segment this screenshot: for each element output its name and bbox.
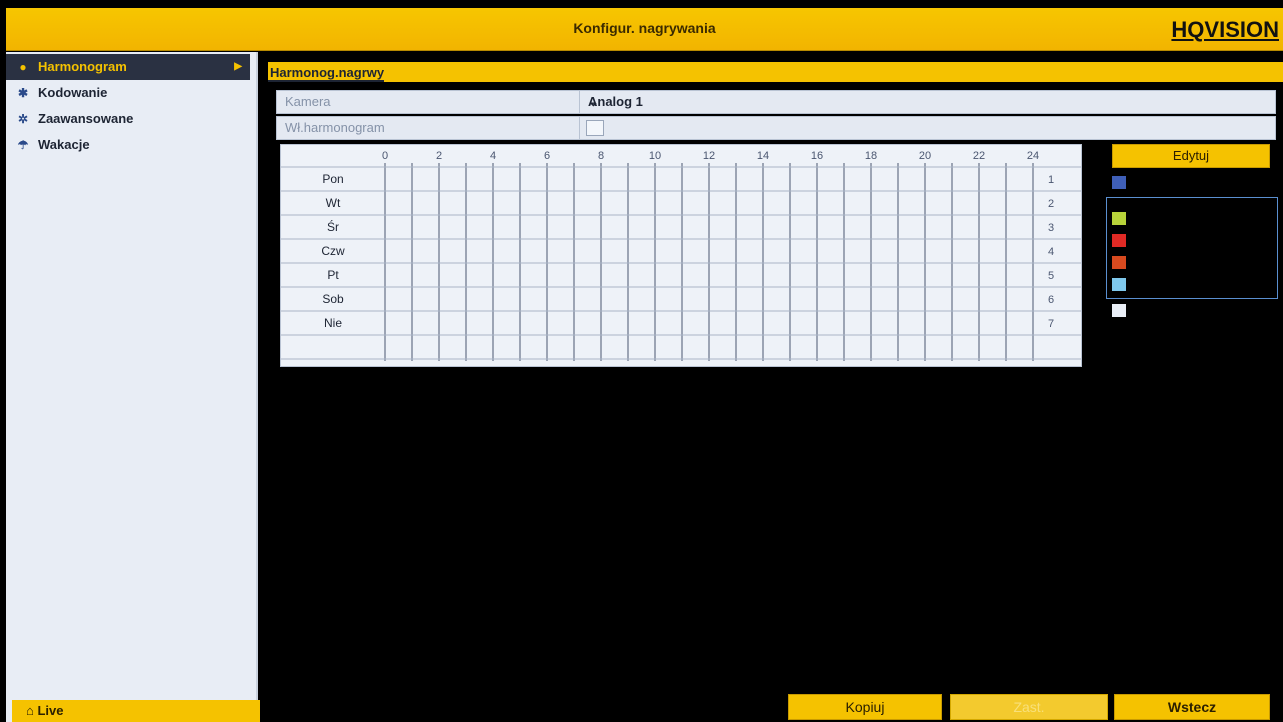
schedule-toggle-row: Wł.harmonogram: [276, 116, 1276, 140]
legend-swatch[interactable]: [1112, 234, 1126, 247]
brand-logo: HQVISION: [1171, 17, 1279, 42]
day-label: Nie: [324, 316, 342, 330]
day-copy-number[interactable]: 5: [1048, 270, 1054, 282]
section-header: Harmonog.nagrwy: [268, 62, 1283, 82]
back-button[interactable]: Wstecz: [1114, 694, 1270, 720]
sidebar-item-label: Wakacje: [38, 137, 90, 152]
chevron-down-icon: ⌄: [588, 94, 599, 109]
record-icon: ●: [19, 60, 27, 74]
day-label: Pon: [322, 172, 343, 186]
day-copy-number[interactable]: 7: [1048, 318, 1054, 330]
home-icon: ⌂: [26, 703, 34, 718]
sidebar-item-label: Kodowanie: [38, 85, 108, 100]
hour-tick-label: 16: [811, 150, 823, 162]
camera-label: Kamera: [285, 94, 331, 109]
edit-button[interactable]: Edytuj: [1112, 144, 1270, 168]
sidebar: ● Harmonogram ▶ ✱ Kodowanie ✲ Zaawansowa…: [6, 52, 260, 722]
chevron-right-icon: ▶: [234, 61, 242, 72]
hour-tick-label: 24: [1027, 150, 1039, 162]
camera-row: Kamera Analog 1 ⌄: [276, 90, 1276, 114]
section-title: Harmonog.nagrwy: [268, 65, 385, 82]
main-panel: Harmonog.nagrwy Kamera Analog 1 ⌄ Wł.har…: [262, 52, 1283, 722]
hour-tick-label: 6: [544, 150, 550, 162]
title-bar: Konfigur. nagrywania HQVISION: [6, 8, 1283, 51]
live-button[interactable]: ⌂ Live: [12, 700, 260, 722]
advanced-icon: ✲: [17, 112, 29, 126]
hour-tick-label: 22: [973, 150, 985, 162]
schedule-toggle-field: [579, 117, 1275, 139]
legend-swatch[interactable]: [1112, 278, 1126, 291]
day-copy-number[interactable]: 2: [1048, 198, 1054, 210]
schedule-toggle-label: Wł.harmonogram: [285, 120, 385, 135]
umbrella-icon: ☂: [17, 138, 29, 152]
hour-tick-label: 0: [382, 150, 388, 162]
day-label: Śr: [327, 219, 339, 234]
day-label: Pt: [327, 268, 339, 282]
schedule-checkbox[interactable]: [586, 120, 604, 136]
sidebar-item-wakacje[interactable]: ☂ Wakacje: [6, 132, 256, 158]
day-copy-number[interactable]: 3: [1048, 222, 1054, 234]
hour-tick-label: 10: [649, 150, 661, 162]
hour-tick-label: 8: [598, 150, 604, 162]
day-copy-number[interactable]: 1: [1048, 174, 1054, 186]
copy-button[interactable]: Kopiuj: [788, 694, 942, 720]
hour-tick-label: 12: [703, 150, 715, 162]
hour-tick-label: 2: [436, 150, 442, 162]
apply-button[interactable]: Zast.: [950, 694, 1108, 720]
sidebar-item-harmonogram[interactable]: ● Harmonogram ▶: [6, 54, 250, 80]
legend-swatch[interactable]: [1112, 304, 1126, 317]
legend-swatch[interactable]: [1112, 256, 1126, 269]
legend-swatch[interactable]: [1112, 176, 1126, 189]
sidebar-item-label: Harmonogram: [38, 59, 127, 74]
legend-box: [1106, 197, 1278, 299]
window-title: Konfigur. nagrywania: [573, 20, 716, 36]
sidebar-item-label: Zaawansowane: [38, 111, 134, 126]
camera-select[interactable]: Analog 1 ⌄: [579, 91, 1275, 113]
gear-icon: ✱: [17, 86, 29, 100]
sidebar-item-zaawansowane[interactable]: ✲ Zaawansowane: [6, 106, 256, 132]
hour-tick-label: 4: [490, 150, 496, 162]
day-label: Czw: [321, 244, 345, 258]
schedule-grid[interactable]: 0 2 4 6 8 10 12 14 16 18 20 22 24Pon 1Wt 2Śr 3Czw 4Pt 5So…: [280, 144, 1082, 367]
live-label: Live: [37, 703, 64, 718]
legend-swatch[interactable]: [1112, 212, 1126, 225]
day-label: Sob: [322, 292, 344, 306]
hour-tick-label: 20: [919, 150, 931, 162]
hour-tick-label: 14: [757, 150, 769, 162]
day-copy-number[interactable]: 4: [1048, 246, 1054, 258]
day-label: Wt: [326, 196, 341, 210]
hour-tick-label: 18: [865, 150, 877, 162]
sidebar-item-kodowanie[interactable]: ✱ Kodowanie: [6, 80, 256, 106]
day-copy-number[interactable]: 6: [1048, 294, 1054, 306]
